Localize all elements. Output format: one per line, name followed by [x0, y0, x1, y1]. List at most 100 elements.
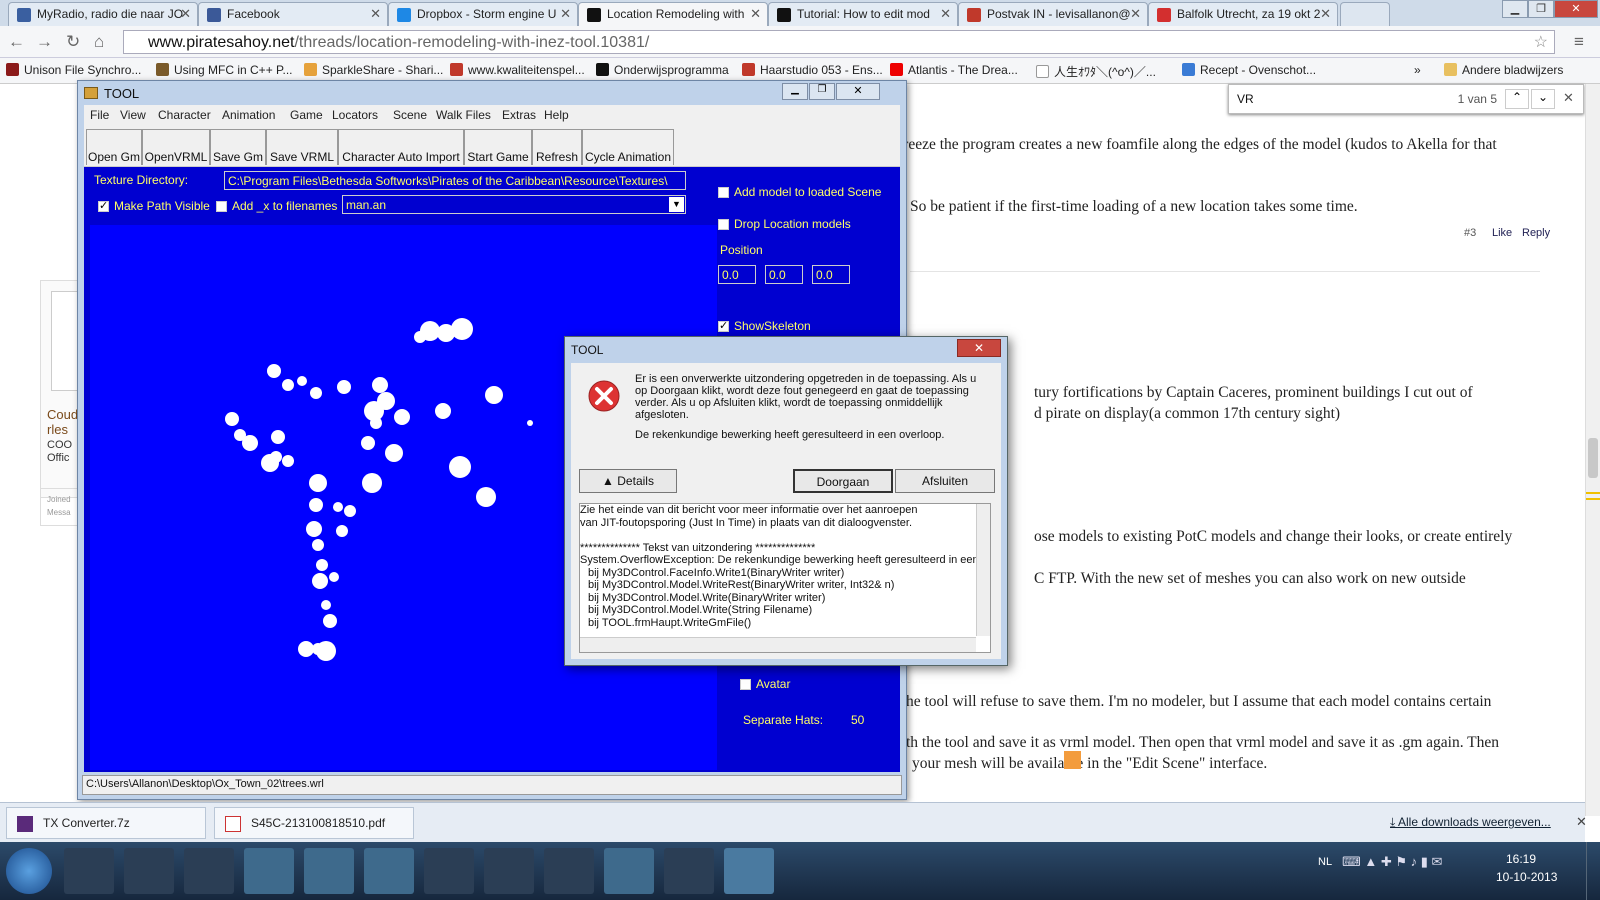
make-path-visible-checkbox[interactable]: Make Path Visible [98, 199, 210, 213]
post-number[interactable]: #3 [1464, 227, 1476, 239]
excel-icon[interactable] [484, 848, 534, 894]
show-skeleton-checkbox[interactable]: ShowSkeleton [718, 319, 811, 333]
download-item[interactable]: TX Converter.7z [6, 807, 206, 839]
menu-character[interactable]: Character [158, 108, 211, 122]
add-x-checkbox[interactable]: Add _x to filenames [216, 199, 337, 213]
minimize-button[interactable]: ▁ [782, 83, 808, 100]
menu-extras[interactable]: Extras [502, 108, 536, 122]
bookmark-item[interactable]: Recept - Ovenschot... [1182, 63, 1316, 77]
close-icon[interactable]: ✕ [370, 6, 381, 22]
close-icon[interactable]: ✕ [560, 6, 571, 22]
show-all-downloads-link[interactable]: ⤓ Alle downloads weergeven... [1390, 815, 1551, 830]
star-icon[interactable]: ☆ [1534, 32, 1548, 52]
chrome-icon[interactable] [304, 848, 354, 894]
download-item[interactable]: S45C-213100818510.pdf [214, 807, 414, 839]
open-gm-button[interactable]: Open Gm [86, 129, 142, 165]
find-next-button[interactable]: ⌄ [1531, 89, 1555, 109]
find-input[interactable]: VR 1 van 5 [1233, 89, 1503, 109]
back-icon[interactable]: ← [8, 32, 25, 52]
bookmark-item[interactable]: Haarstudio 053 - Ens... [742, 63, 883, 77]
animation-file-select[interactable]: man.an ▼ [342, 195, 686, 214]
forward-icon[interactable]: → [36, 32, 53, 52]
exception-details[interactable]: Zie het einde van dit bericht voor meer … [579, 503, 991, 653]
address-bar[interactable]: www.piratesahoy.net/threads/location-rem… [123, 30, 1555, 54]
character-auto-import-button[interactable]: Character Auto Import [338, 129, 464, 165]
clock-time[interactable]: 16:19 [1506, 852, 1536, 866]
close-button[interactable]: ✕ [957, 339, 1001, 357]
tray-icons[interactable]: ⌨ ▲ ✚ ⚑ ♪ ▮ ✉ [1342, 854, 1442, 870]
cycle-animation-button[interactable]: Cycle Animation [582, 129, 674, 165]
find-previous-button[interactable]: ⌃ [1505, 89, 1529, 109]
drop-location-models-checkbox[interactable]: Drop Location models [718, 217, 851, 231]
tab-myradio[interactable]: MyRadio, radio die naar JO ✕ [8, 2, 198, 26]
maximize-button[interactable]: ❐ [1528, 0, 1554, 18]
new-tab-button[interactable] [1340, 2, 1390, 26]
tab-tutorial[interactable]: Tutorial: How to edit mod ✕ [768, 2, 958, 26]
tab-balfolk[interactable]: Balfolk Utrecht, za 19 okt 2 ✕ [1148, 2, 1338, 26]
horizontal-scrollbar[interactable] [580, 637, 976, 652]
menu-scene[interactable]: Scene [393, 108, 427, 122]
bookmark-item[interactable]: Using MFC in C++ P... [156, 63, 293, 77]
taskbar-app-icon[interactable] [364, 848, 414, 894]
bookmark-item[interactable]: Unison File Synchro... [6, 63, 141, 77]
minimize-button[interactable]: ▁ [1502, 0, 1528, 18]
open-vrml-button[interactable]: OpenVRML [142, 129, 210, 165]
show-desktop-button[interactable] [1586, 842, 1600, 900]
position-z-field[interactable]: 0.0 [812, 265, 850, 284]
tab-dropbox[interactable]: Dropbox - Storm engine U ✕ [388, 2, 578, 26]
position-y-field[interactable]: 0.0 [765, 265, 803, 284]
menu-walk-files[interactable]: Walk Files [436, 108, 491, 122]
close-icon[interactable]: ✕ [1576, 814, 1587, 830]
find-close-icon[interactable]: ✕ [1563, 90, 1574, 106]
menu-locators[interactable]: Locators [332, 108, 378, 122]
taskbar-app-icon[interactable] [184, 848, 234, 894]
winrar-icon[interactable] [604, 848, 654, 894]
bookmark-item[interactable]: SparkleShare - Shari... [304, 63, 443, 77]
add-model-checkbox[interactable]: Add model to loaded Scene [718, 185, 881, 199]
taskbar-app-icon[interactable] [124, 848, 174, 894]
menu-game[interactable]: Game [290, 108, 323, 122]
refresh-button[interactable]: Refresh [532, 129, 582, 165]
tab-facebook[interactable]: Facebook ✕ [198, 2, 388, 26]
tab-gmail[interactable]: Postvak IN - levisallanon@ ✕ [958, 2, 1148, 26]
menu-icon[interactable]: ≡ [1574, 32, 1584, 52]
language-indicator[interactable]: NL [1318, 856, 1332, 868]
close-window-button[interactable]: ✕ [1554, 0, 1598, 18]
bookmarks-more[interactable]: » [1414, 63, 1421, 77]
clock-date[interactable]: 10-10-2013 [1496, 870, 1557, 884]
explorer-icon[interactable] [244, 848, 294, 894]
save-vrml-button[interactable]: Save VRML [266, 129, 338, 165]
chevron-down-icon[interactable]: ▼ [669, 197, 684, 212]
avatar-checkbox[interactable]: Avatar [740, 677, 790, 691]
maximize-button[interactable]: ❐ [809, 83, 835, 100]
menu-animation[interactable]: Animation [222, 108, 275, 122]
page-scrollbar[interactable] [1585, 84, 1600, 816]
home-icon[interactable]: ⌂ [94, 32, 104, 52]
bookmark-item[interactable]: Onderwijsprogramma [596, 63, 729, 77]
reply-link[interactable]: Reply [1522, 227, 1550, 239]
start-game-button[interactable]: Start Game [464, 129, 532, 165]
menu-file[interactable]: File [90, 108, 109, 122]
separate-hats-value[interactable]: 50 [851, 713, 864, 727]
save-gm-button[interactable]: Save Gm [210, 129, 266, 165]
taskbar-app-icon[interactable] [64, 848, 114, 894]
menu-help[interactable]: Help [544, 108, 569, 122]
close-icon[interactable]: ✕ [750, 6, 761, 22]
taskbar-app-icon[interactable] [664, 848, 714, 894]
scrollbar-thumb[interactable] [1588, 438, 1598, 478]
close-icon[interactable]: ✕ [940, 6, 951, 22]
position-x-field[interactable]: 0.0 [718, 265, 756, 284]
calculator-icon[interactable] [544, 848, 594, 894]
texture-directory-field[interactable]: C:\Program Files\Bethesda Softworks\Pira… [224, 171, 686, 190]
member-name[interactable]: Coud rles [47, 407, 78, 437]
menu-view[interactable]: View [120, 108, 146, 122]
continue-button[interactable]: Doorgaan [793, 469, 893, 493]
reload-icon[interactable]: ↻ [66, 32, 80, 52]
start-button[interactable] [6, 848, 52, 894]
bookmark-item[interactable]: Atlantis - The Drea... [890, 63, 1018, 77]
close-icon[interactable]: ✕ [180, 6, 191, 22]
tab-location-remodeling[interactable]: Location Remodeling with ✕ [578, 2, 768, 26]
close-button[interactable]: ✕ [836, 83, 880, 100]
details-button[interactable]: ▲ Details [579, 469, 677, 493]
acrobat-icon[interactable] [424, 848, 474, 894]
